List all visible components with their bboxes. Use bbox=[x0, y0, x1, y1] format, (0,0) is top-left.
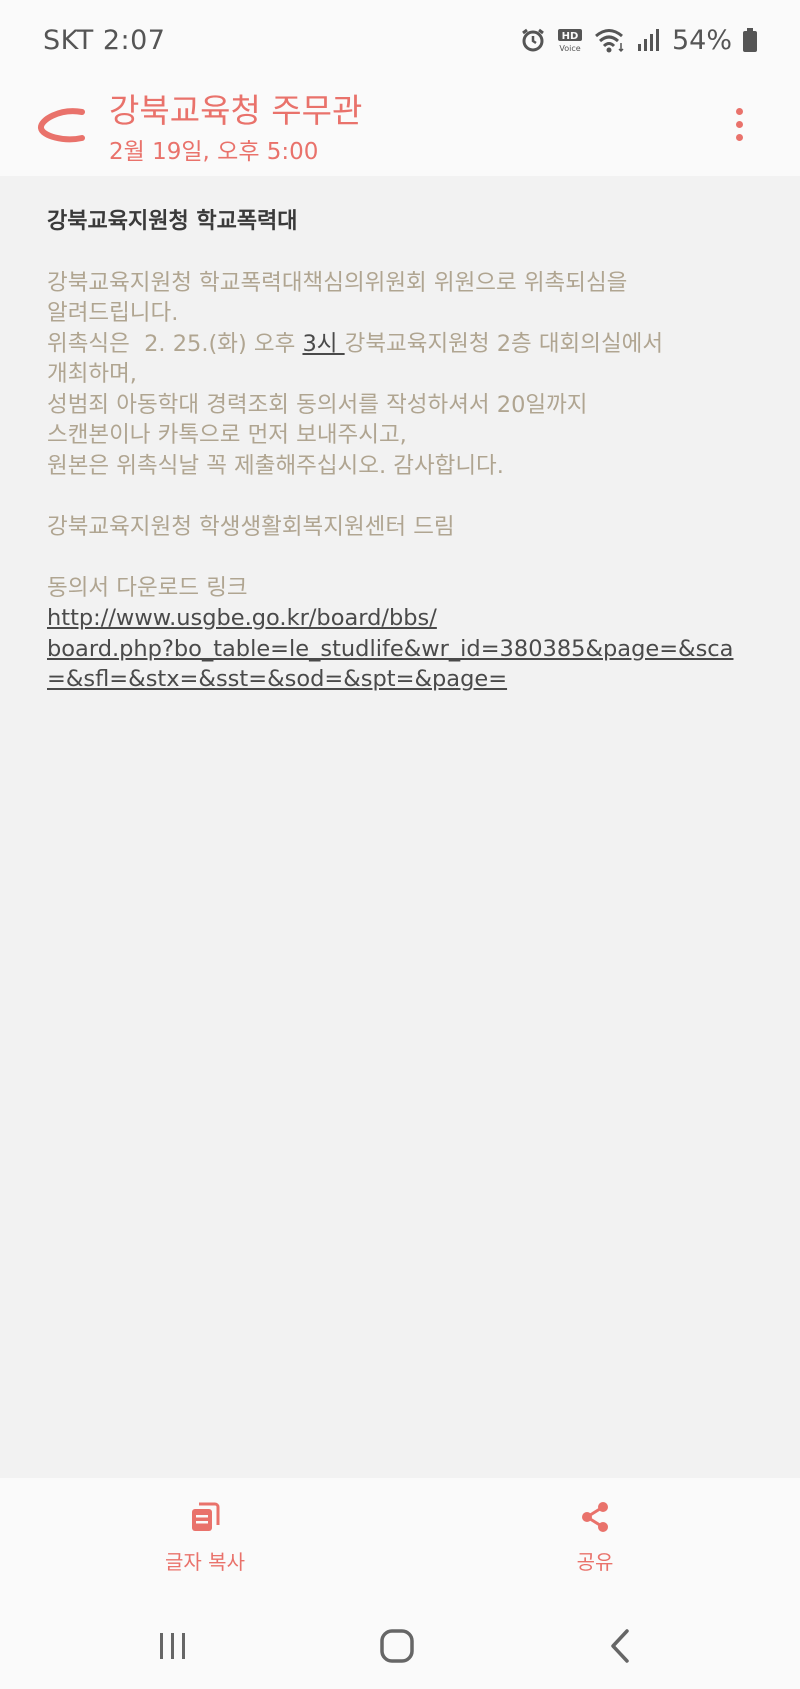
system-nav-bar bbox=[0, 1602, 800, 1689]
copy-text-button[interactable]: 글자 복사 bbox=[125, 1500, 285, 1580]
download-link-line[interactable]: board.php?bo_table=le_studlife&wr_id=380… bbox=[47, 634, 757, 665]
message-line: 원본은 위촉식날 꼭 제출해주십시오. 감사합니다. bbox=[47, 452, 504, 479]
message-line: 알려드립니다. bbox=[47, 300, 179, 326]
back-arc-icon bbox=[38, 108, 85, 143]
status-icons: HD Voice 54% bbox=[520, 25, 758, 56]
time-highlight[interactable]: 3시 bbox=[302, 331, 344, 357]
more-options-button[interactable] bbox=[722, 100, 756, 148]
action-bar: 글자 복사 공유 bbox=[0, 1478, 800, 1602]
download-link-line[interactable]: =&sfl=&stx=&sst=&sod=&spt=&page= bbox=[47, 664, 757, 695]
link-label: 동의서 다운로드 링크 bbox=[47, 574, 248, 601]
message-signature: 강북교육지원청 학생생활회복지원센터 드림 bbox=[47, 513, 455, 540]
back-button[interactable] bbox=[36, 98, 90, 154]
sender-name: 강북교육청 주무관 bbox=[109, 91, 363, 130]
status-bar: SKT 2:07 HD Voice 54% bbox=[0, 0, 800, 80]
download-link[interactable]: http://www.usgbe.go.kr/board/bbs/ board.… bbox=[47, 603, 757, 695]
more-options-icon bbox=[735, 107, 743, 115]
download-link-line[interactable]: http://www.usgbe.go.kr/board/bbs/ bbox=[47, 603, 757, 634]
message-line: 성범죄 아동학대 경력조회 동의서를 작성하셔서 20일까지 bbox=[47, 391, 588, 418]
share-icon bbox=[582, 1502, 608, 1532]
recent-apps-button[interactable] bbox=[143, 1624, 203, 1668]
battery-icon bbox=[742, 27, 758, 53]
alarm-icon bbox=[520, 27, 546, 53]
signal-icon bbox=[636, 27, 662, 53]
svg-text:HD: HD bbox=[562, 31, 579, 42]
share-label: 공유 bbox=[576, 1550, 614, 1574]
carrier-time: SKT 2:07 bbox=[43, 24, 166, 56]
battery-level: 54% bbox=[671, 24, 732, 56]
wifi-icon bbox=[594, 27, 626, 53]
message-subject: 강북교육지원청 학교폭력대 bbox=[47, 209, 298, 234]
message-body: 강북교육지원청 학교폭력대 강북교육지원청 학교폭력대책심의위원회 위원으로 위… bbox=[47, 207, 757, 695]
message-date: 2월 19일, 오후 5:00 bbox=[109, 139, 319, 165]
message-line: 강북교육지원청 학교폭력대책심의위원회 위원으로 위촉되심을 bbox=[47, 269, 628, 296]
message-line: 개최하며, bbox=[47, 361, 137, 387]
nav-back-button[interactable] bbox=[590, 1624, 650, 1668]
message-line: 위촉식은 2. 25.(화) 오후 3시 강북교육지원청 2층 대회의실에서 bbox=[47, 330, 664, 357]
message-header: 강북교육청 주무관 2월 19일, 오후 5:00 bbox=[0, 80, 800, 176]
home-button[interactable] bbox=[367, 1624, 427, 1668]
hd-voice-icon: HD Voice bbox=[556, 27, 584, 53]
message-line: 스캔본이나 카톡으로 먼저 보내주시고, bbox=[47, 422, 407, 448]
copy-text-label: 글자 복사 bbox=[165, 1550, 245, 1574]
chevron-left-icon bbox=[611, 1629, 629, 1663]
recent-apps-icon bbox=[160, 1633, 185, 1659]
share-button[interactable]: 공유 bbox=[515, 1500, 675, 1580]
svg-text:Voice: Voice bbox=[559, 44, 580, 53]
home-icon bbox=[380, 1629, 414, 1663]
copy-icon bbox=[192, 1502, 220, 1531]
